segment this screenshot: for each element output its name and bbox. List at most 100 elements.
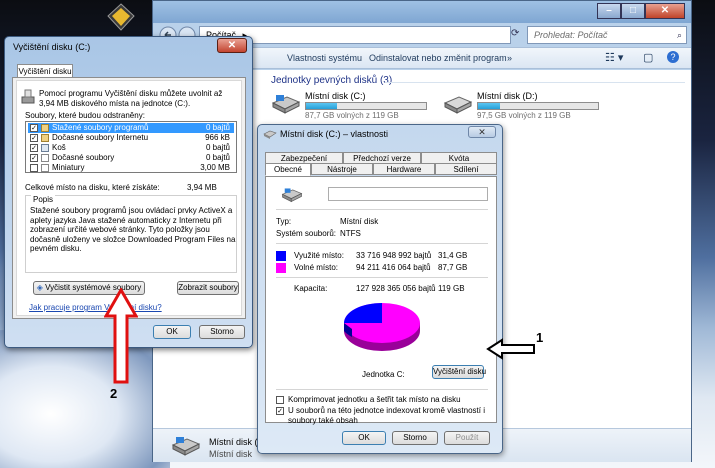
pie-used-slice [344,303,382,323]
hard-drive-icon [263,130,277,139]
search-placeholder: Prohledat: Počítač [534,30,608,40]
dialog-title: Vyčištění disku (C:) [13,42,91,52]
disk-cleanup-button[interactable]: Vyčištění disku [432,365,486,379]
list-item[interactable]: Miniatury 3,00 MB [28,163,234,173]
description-group: Popis Stažené soubory programů jsou ovlá… [25,195,237,273]
drive-usage-fill [478,103,500,109]
tab-general[interactable]: Obecné [265,163,311,176]
ok-button[interactable]: OK [153,325,191,339]
list-item[interactable]: ✓ Dočasné soubory 0 bajtů [28,153,234,163]
checkbox[interactable]: ✓ [30,124,38,132]
filesystem-label: Systém souborů: [276,229,337,238]
search-input[interactable]: Prohledat: Počítač ⌕ [527,26,687,44]
index-checkbox[interactable]: ✓ [276,407,284,415]
item-size: 0 bajtů [205,143,230,152]
item-name: Stažené soubory programů [52,123,149,132]
group-divider [385,82,685,83]
disk-usage-pie-chart [344,303,420,351]
free-gb: 87,7 GB [438,263,468,272]
red-arrow-annotation [104,288,138,384]
tab-sharing[interactable]: Sdílení [435,163,497,175]
black-arrow-annotation [486,338,535,360]
drive-properties-dialog: Místní disk (C:) – vlastnosti ✕ Zabezpeč… [257,124,503,454]
tab-tools[interactable]: Nástroje [311,163,373,175]
drive-name: Místní disk (C:) [305,91,366,101]
description-text: Stažené soubory programů jsou ovládací p… [30,206,236,253]
close-button[interactable]: ✕ [468,126,496,138]
ok-button[interactable]: OK [342,431,386,445]
total-value: 3,94 MB [187,183,217,192]
background-snow [0,330,170,468]
drive-d-tile[interactable]: Místní disk (D:) 97,5 GB volných z 119 G… [443,91,603,121]
help-icon[interactable]: ? [667,51,679,63]
annotation-number-1: 1 [536,330,544,345]
help-link[interactable]: Jak pracuje program Vyčištění disku? [29,303,162,312]
item-size: 966 kB [205,133,230,142]
divider [276,243,488,244]
tab-page: Pomocí programu Vyčištění disku můžete u… [16,80,242,316]
maximize-button[interactable]: □ [621,3,645,19]
index-label: U souborů na této jednotce indexovat kro… [288,406,485,425]
close-button[interactable]: ✕ [645,3,685,19]
list-item[interactable]: ✓ Dočasné soubory Internetu 966 kB [28,133,234,143]
hard-drive-icon [271,95,301,114]
used-bytes: 33 716 948 992 bajtů [356,251,432,260]
explorer-titlebar: – □ ✕ [153,1,691,23]
item-size: 0 bajtů [205,153,230,162]
apply-button[interactable]: Použít [444,431,490,445]
group-title[interactable]: Jednotky pevných disků (3) [271,75,392,86]
item-size: 3,00 MB [200,163,230,172]
drive-usage-fill [306,103,338,109]
cancel-button[interactable]: Storno [392,431,438,445]
toolbar-uninstall[interactable]: Odinstalovat nebo změnit program [369,53,507,63]
files-list[interactable]: ✓ Stažené soubory programů 0 bajtů ✓ Doč… [25,121,237,173]
details-type: Místní disk [209,449,253,459]
list-item[interactable]: ✓ Koš 0 bajtů [28,143,234,153]
annotation-number-2: 2 [110,386,118,401]
close-button[interactable]: ✕ [217,38,247,53]
capacity-bytes: 127 928 365 056 bajtů [356,284,436,293]
drive-name: Místní disk (D:) [477,91,538,101]
hard-drive-icon [443,96,473,114]
description-title: Popis [31,195,56,204]
files-label: Soubory, které budou odstraněny: [25,111,145,120]
item-name: Dočasné soubory [52,153,115,162]
preview-pane-icon[interactable]: ▢ [643,51,653,64]
file-icon [41,154,49,162]
free-color-swatch [276,263,286,273]
compress-label: Komprimovat jednotku a šetřit tak místo … [288,395,461,404]
toolbar-more[interactable]: » [507,53,512,63]
checkbox[interactable] [30,164,38,172]
type-label: Typ: [276,217,292,226]
view-options-icon[interactable]: ☷ ▾ [605,51,623,64]
minimize-button[interactable]: – [597,3,621,19]
total-label: Celkové místo na disku, které získáte: [25,183,160,192]
divider [276,209,488,210]
drive-c-tile[interactable]: Místní disk (C:) 87,7 GB volných z 119 G… [271,91,431,121]
toolbar-system-properties[interactable]: Vlastnosti systému [287,53,362,63]
disk-cleanup-icon [21,89,35,104]
type-value: Místní disk [340,217,379,226]
checkbox[interactable]: ✓ [30,134,38,142]
cancel-button[interactable]: Storno [199,325,245,339]
view-files-button[interactable]: Zobrazit soubory [177,281,239,295]
tab-disk-cleanup[interactable]: Vyčištění disku [17,64,73,78]
filesystem-value: NTFS [340,229,361,238]
general-tab-panel: Typ: Místní disk Systém souborů: NTFS Vy… [265,176,497,425]
compress-checkbox[interactable] [276,396,284,404]
drive-usage-bar [477,102,599,110]
checkbox[interactable]: ✓ [30,154,38,162]
hard-drive-icon [171,437,201,456]
checkbox[interactable]: ✓ [30,144,38,152]
tab-panel: Pomocí programu Vyčištění disku můžete u… [12,77,246,319]
item-name: Dočasné soubory Internetu [52,133,149,142]
list-item[interactable]: ✓ Stažené soubory programů 0 bajtů [28,123,234,133]
file-icon [41,164,49,172]
desktop-app-icon[interactable] [104,2,138,32]
search-icon: ⌕ [676,30,682,40]
drive-letter-label: Jednotka C: [362,370,405,379]
drive-label-input[interactable] [328,187,488,201]
free-label: Volné místo: [294,263,339,272]
refresh-icon[interactable]: ⟳ [511,28,519,39]
tab-hardware[interactable]: Hardware [373,163,435,175]
